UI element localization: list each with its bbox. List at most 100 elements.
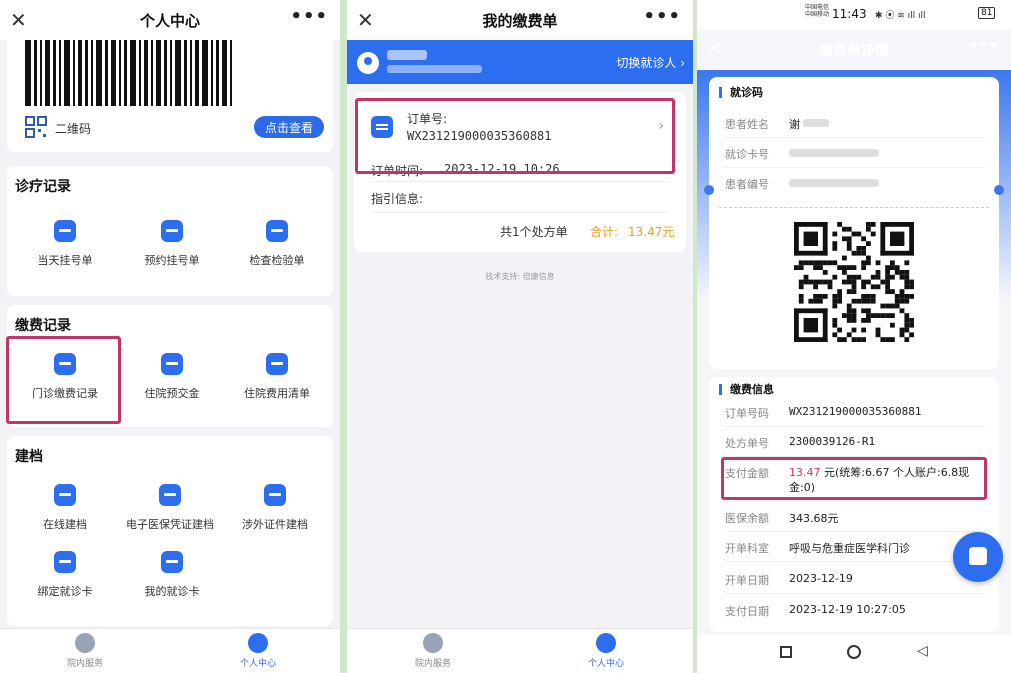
carrier-2: 中国移动 (805, 11, 830, 18)
grid-item-appointment-registration[interactable]: 预约挂号单 (117, 220, 227, 268)
grid-item-label: 涉外证件建档 (242, 518, 308, 531)
user-icon (248, 633, 268, 653)
more-icon[interactable]: ••• (290, 6, 328, 27)
grid-item-label: 在线建档 (43, 518, 87, 531)
department-label: 开单科室 (725, 542, 769, 555)
divider (723, 561, 985, 562)
member-card: 二维码 点击查看 (7, 40, 333, 152)
grid-item-label: 电子医保凭证建档 (126, 518, 214, 531)
nav-personal-center[interactable]: 个人中心 (208, 633, 308, 669)
top-bar: ✕ 缴费单详情 ••• (697, 30, 1011, 70)
qr-code-icon (25, 116, 47, 138)
pay-date-label: 支付日期 (725, 605, 769, 618)
grid-item-my-cards[interactable]: 我的就诊卡 (117, 551, 227, 599)
payment-title: 缴费记录 (15, 318, 71, 334)
clock: 11:43 (832, 7, 867, 21)
insurance-balance-label: 医保余额 (725, 512, 769, 525)
add-card-icon (54, 484, 76, 506)
grid-item-online-archive[interactable]: 在线建档 (10, 484, 120, 532)
grid-item-e-insurance-archive[interactable]: 电子医保凭证建档 (115, 484, 225, 532)
grid-item-label: 检查检验单 (249, 254, 305, 267)
card-number-label: 就诊卡号 (725, 148, 769, 161)
card-notch (704, 185, 714, 195)
view-qr-button[interactable]: 点击查看 (254, 116, 324, 138)
divider (723, 593, 985, 594)
clock-icon (161, 220, 183, 242)
blurred-value (789, 179, 879, 187)
system-nav-bar: ◁ (697, 635, 1011, 673)
divider (723, 426, 985, 427)
qr-code-label: 二维码 (55, 122, 92, 136)
close-icon[interactable]: ✕ (707, 38, 722, 59)
payment-info-card: 缴费信息 订单号码 WX231219000035360881 处方单号 2300… (709, 377, 999, 632)
grid-item-bind-card[interactable]: 绑定就诊卡 (10, 551, 120, 599)
signal-icons: ✱ ⦿ ≋ ıll ıll (875, 11, 926, 21)
recent-apps-icon[interactable] (780, 646, 792, 658)
grid-item-label: 我的就诊卡 (144, 585, 200, 598)
more-icon[interactable]: ••• (968, 36, 999, 55)
grid-item-exam-reports[interactable]: 检查检验单 (222, 220, 332, 268)
grid-item-label: 住院预交金 (144, 387, 200, 400)
visit-code-card: 就诊码 患者姓名 谢 就诊卡号 患者编号 (704, 77, 1004, 369)
bill-date-value: 2023-12-19 (789, 572, 853, 585)
grid-item-inpatient-deposit[interactable]: 住院预交金 (117, 353, 227, 401)
diagnosis-section: 诊疗记录 当天挂号单 预约挂号单 检查检验单 (7, 166, 333, 296)
prescription-number-value: 2300039126-R1 (789, 435, 876, 448)
blurred-value (803, 119, 829, 127)
hospital-icon (423, 633, 443, 653)
total-label: 合计: (590, 225, 619, 239)
patient-bar: 切换就诊人 › (347, 40, 693, 84)
carrier-labels: 中国电信 中国移动 (805, 4, 829, 18)
close-icon[interactable]: ✕ (10, 8, 27, 32)
highlight-box (355, 98, 675, 174)
bottom-nav: 院内服务 个人中心 (347, 628, 693, 673)
grid-item-same-day-registration[interactable]: 当天挂号单 (10, 220, 120, 268)
divider (371, 181, 669, 182)
switch-patient-label: 切换就诊人 (616, 56, 677, 70)
insurance-balance-value: 343.68元 (789, 512, 839, 525)
checklist-icon (266, 220, 288, 242)
battery-level: 81 (978, 7, 996, 19)
page-title: 我的缴费单 (482, 11, 558, 30)
card-icon (161, 551, 183, 573)
nav-hospital-services[interactable]: 院内服务 (383, 633, 483, 669)
carrier-1: 中国电信 (805, 4, 830, 11)
id-card-icon (161, 353, 183, 375)
nav-label: 院内服务 (414, 659, 451, 669)
payment-section-title: 缴费信息 (719, 384, 774, 395)
divider (723, 137, 985, 138)
patient-name-value: 谢 (789, 118, 800, 131)
avatar (357, 52, 379, 74)
grid-item-label: 绑定就诊卡 (37, 585, 93, 598)
highlight-box (6, 336, 121, 424)
switch-patient-button[interactable]: 切换就诊人 › (616, 54, 685, 71)
back-icon[interactable]: ◁ (917, 643, 928, 659)
order-number-label: 订单号码 (725, 407, 769, 420)
more-icon[interactable]: ••• (643, 6, 681, 27)
order-number-value: WX231219000035360881 (789, 405, 922, 418)
grid-item-inpatient-bill[interactable]: 住院费用清单 (222, 353, 332, 401)
home-float-button[interactable] (953, 532, 1003, 582)
divider (723, 501, 985, 502)
highlight-box (721, 457, 987, 500)
page-title: 个人中心 (139, 11, 200, 30)
divider (723, 531, 985, 532)
link-card-icon (54, 551, 76, 573)
archive-title: 建档 (15, 449, 43, 465)
ticket-icon (54, 220, 76, 242)
diagnosis-title: 诊疗记录 (15, 179, 71, 195)
nav-hospital-services[interactable]: 院内服务 (35, 633, 135, 669)
close-icon[interactable]: ✕ (357, 8, 374, 32)
patient-id-blurred (387, 65, 482, 73)
home-icon[interactable] (847, 645, 861, 659)
page-title: 缴费单详情 (819, 43, 889, 59)
grid-item-foreign-id-archive[interactable]: 涉外证件建档 (220, 484, 330, 532)
separator (340, 0, 347, 673)
top-bar: ✕ 我的缴费单 ••• (347, 0, 693, 40)
patient-id-label: 患者编号 (725, 178, 769, 191)
guide-info-label: 指引信息: (371, 192, 424, 206)
barcode (25, 40, 329, 106)
nav-personal-center[interactable]: 个人中心 (556, 633, 656, 669)
divider (723, 167, 985, 168)
my-bills-screen: ✕ 我的缴费单 ••• 切换就诊人 › 订单号: WX2312190000353… (347, 0, 693, 673)
